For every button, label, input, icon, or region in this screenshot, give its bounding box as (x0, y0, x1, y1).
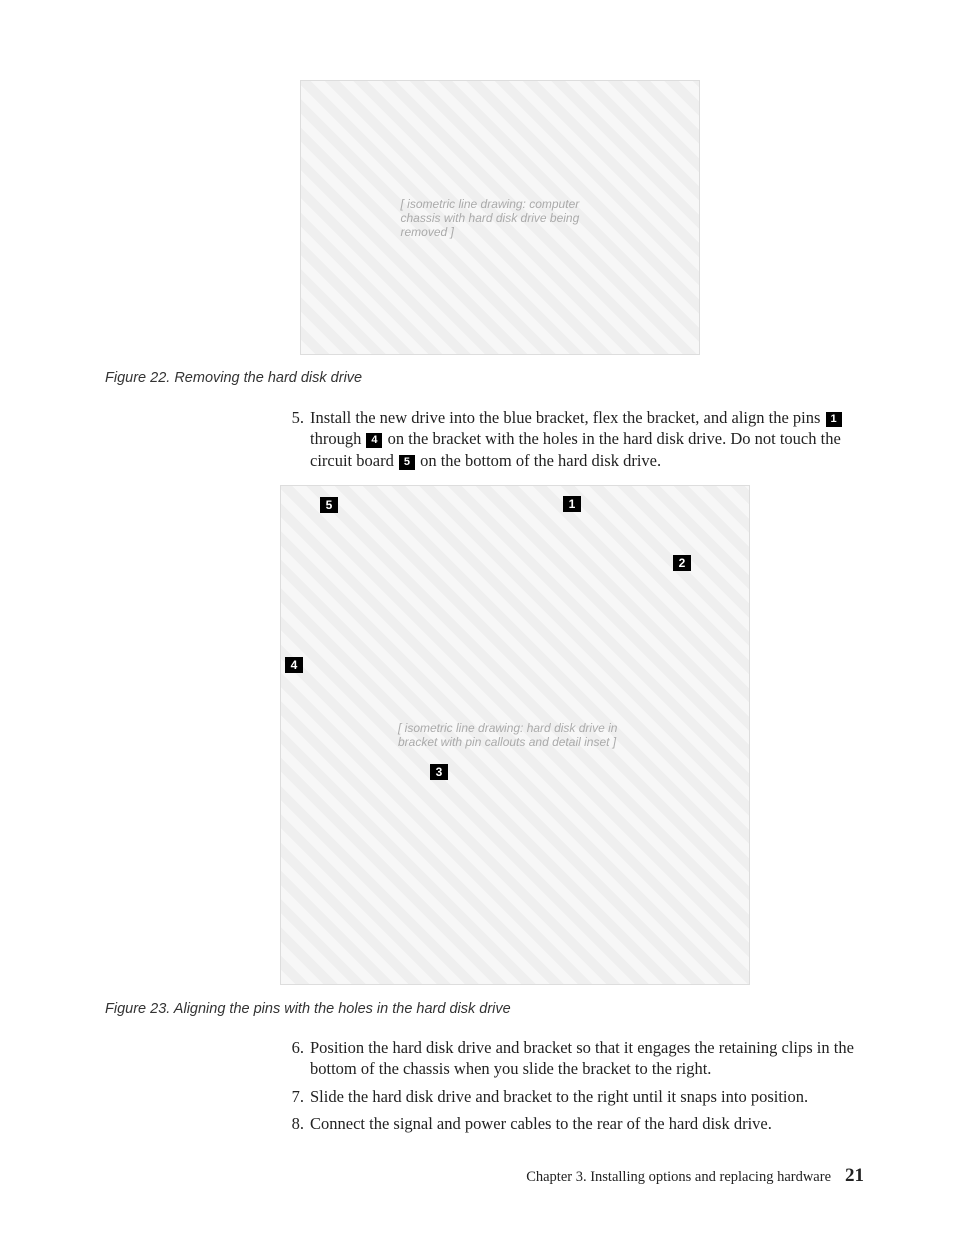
figure-22-caption-prefix: Figure 22. (105, 370, 170, 386)
footer-chapter: Chapter 3. Installing options and replac… (526, 1169, 831, 1186)
inline-callout-5: 5 (399, 455, 415, 470)
step-7-number: 7. (280, 1086, 310, 1107)
step-7-text: Slide the hard disk drive and bracket to… (310, 1086, 860, 1107)
figure-23-caption-text: Aligning the pins with the holes in the … (174, 1001, 511, 1017)
inline-callout-1: 1 (826, 412, 842, 427)
step-5-text-post: on the bottom of the hard disk drive. (416, 451, 661, 470)
document-page: Figure 22. Removing the hard disk drive … (0, 0, 954, 1235)
figure-22-caption-text: Removing the hard disk drive (174, 370, 362, 386)
step-6-number: 6. (280, 1037, 310, 1080)
step-5-block: 5. Install the new drive into the blue b… (280, 407, 860, 477)
page-footer: Chapter 3. Installing options and replac… (526, 1165, 864, 1187)
callout-4: 4 (285, 657, 303, 673)
step-8: 8. Connect the signal and power cables t… (280, 1113, 860, 1134)
figure-22-caption: Figure 22. Removing the hard disk drive (105, 370, 362, 386)
callout-2: 2 (673, 555, 691, 571)
callout-3: 3 (430, 764, 448, 780)
footer-page-number: 21 (845, 1165, 864, 1187)
figure-23-caption-prefix: Figure 23. (105, 1001, 170, 1017)
callout-5: 5 (320, 497, 338, 513)
figure-22-placeholder (300, 80, 700, 355)
step-7: 7. Slide the hard disk drive and bracket… (280, 1086, 860, 1107)
step-8-text: Connect the signal and power cables to t… (310, 1113, 860, 1134)
step-5-text: Install the new drive into the blue brac… (310, 407, 860, 471)
inline-callout-4: 4 (366, 433, 382, 448)
step-6-text: Position the hard disk drive and bracket… (310, 1037, 860, 1080)
figure-23-caption: Figure 23. Aligning the pins with the ho… (105, 1001, 511, 1017)
figure-22-image (300, 80, 700, 355)
step-8-number: 8. (280, 1113, 310, 1134)
step-5-text-pre: Install the new drive into the blue brac… (310, 408, 825, 427)
step-6: 6. Position the hard disk drive and brac… (280, 1037, 860, 1080)
step-5-number: 5. (280, 407, 310, 471)
callout-1: 1 (563, 496, 581, 512)
step-5: 5. Install the new drive into the blue b… (280, 407, 860, 471)
steps-6-8-block: 6. Position the hard disk drive and brac… (280, 1037, 860, 1141)
step-5-text-mid1: through (310, 429, 365, 448)
